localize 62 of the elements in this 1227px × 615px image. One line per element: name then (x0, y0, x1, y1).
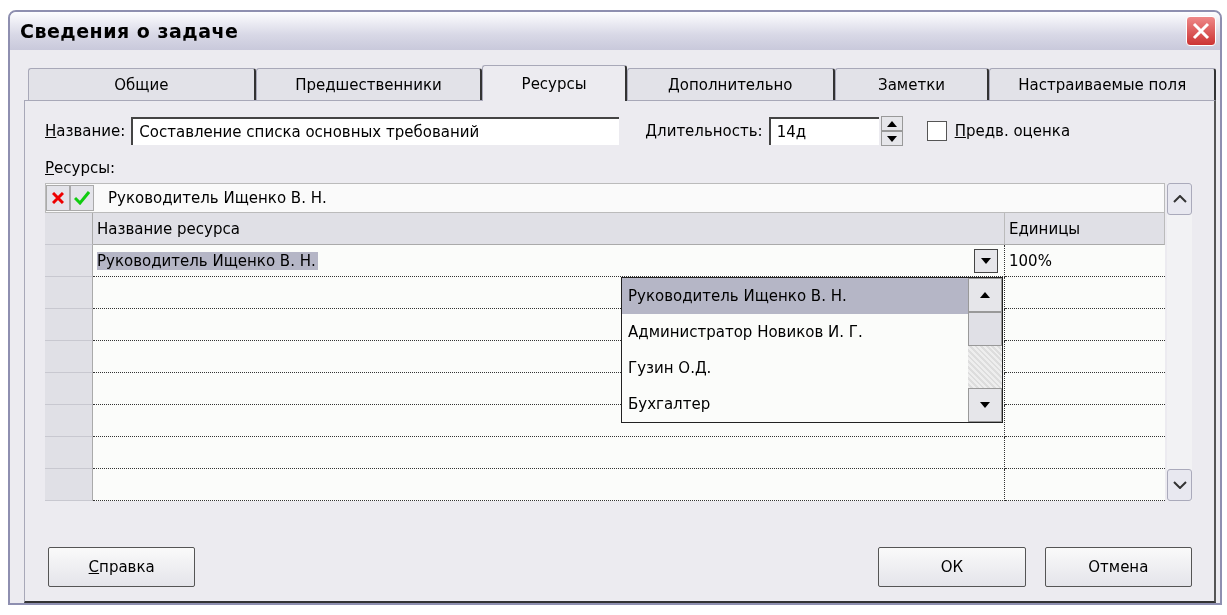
table-cell[interactable] (1005, 469, 1165, 501)
table-cell[interactable] (93, 469, 1005, 501)
tab[interactable]: Ресурсы (482, 65, 627, 101)
up-arrow-icon (980, 292, 990, 298)
list-scrollbar[interactable] (968, 278, 1002, 422)
cross-icon (52, 192, 64, 204)
close-icon (1192, 22, 1210, 40)
field-label: Длительность: (645, 122, 763, 140)
table-cell[interactable] (1005, 437, 1165, 469)
column-header: Название ресурса (93, 213, 1005, 245)
table-cell[interactable] (93, 437, 1005, 469)
dialog-button[interactable]: Отмена (1044, 547, 1192, 587)
dialog-button[interactable]: ОК (878, 547, 1026, 587)
row-header[interactable] (45, 469, 93, 501)
tab[interactable]: Предшественники (255, 68, 483, 100)
tab[interactable]: Общие (28, 68, 256, 100)
row-header[interactable] (45, 245, 93, 277)
name-field[interactable]: Составление списка основных требований (131, 117, 620, 145)
close-button[interactable] (1186, 16, 1216, 46)
checkbox-label: Предв. оценка (954, 122, 1071, 140)
row-header (45, 213, 93, 245)
list-item[interactable]: Бухгалтер (622, 386, 968, 422)
dropdown-button[interactable] (974, 249, 998, 273)
down-arrow-icon (886, 135, 897, 142)
row-header[interactable] (45, 277, 93, 309)
tab[interactable]: Дополнительно (627, 68, 835, 100)
row-header[interactable] (45, 437, 93, 469)
up-arrow-icon (886, 120, 897, 127)
tab[interactable]: Настраиваемые поля (989, 68, 1216, 100)
list-item[interactable]: Гузин О.Д. (622, 350, 968, 386)
list-item[interactable]: Руководитель Ищенко В. Н. (622, 278, 968, 314)
table-cell[interactable] (1005, 373, 1165, 405)
down-arrow-icon (980, 402, 990, 408)
table-cell[interactable] (1005, 405, 1165, 437)
checkbox[interactable] (926, 121, 947, 141)
scrollbar[interactable] (1167, 183, 1192, 501)
up-chevron-icon (1172, 195, 1187, 203)
tab[interactable]: Заметки (834, 68, 990, 100)
table-cell[interactable] (1005, 277, 1165, 309)
window-title: Сведения о задаче (20, 20, 239, 42)
table-cell: 100% (1009, 251, 1052, 270)
table-cell[interactable] (1005, 341, 1165, 373)
list-item[interactable]: Администратор Новиков И. Г. (622, 314, 968, 350)
caret-icon (981, 258, 991, 264)
dialog-button[interactable]: Справка (48, 547, 196, 587)
entry-text: Руководитель Ищенко В. Н. (108, 189, 327, 207)
check-icon (74, 191, 90, 205)
row-header[interactable] (45, 309, 93, 341)
scroll-thumb[interactable] (968, 312, 1002, 346)
column-header: Единицы (1005, 213, 1165, 245)
section-label: Ресурсы: (45, 159, 117, 177)
row-header[interactable] (45, 341, 93, 373)
accept-button[interactable] (70, 185, 94, 211)
table-cell[interactable]: Руководитель Ищенко В. Н. (97, 251, 318, 270)
field-label: Название: (45, 122, 126, 140)
table-cell[interactable] (1005, 309, 1165, 341)
down-chevron-icon (1172, 481, 1187, 489)
duration-field[interactable]: 14д (768, 117, 879, 145)
spin-buttons[interactable] (880, 116, 903, 146)
cancel-button[interactable] (46, 185, 70, 211)
row-header[interactable] (45, 373, 93, 405)
row-header[interactable] (45, 405, 93, 437)
